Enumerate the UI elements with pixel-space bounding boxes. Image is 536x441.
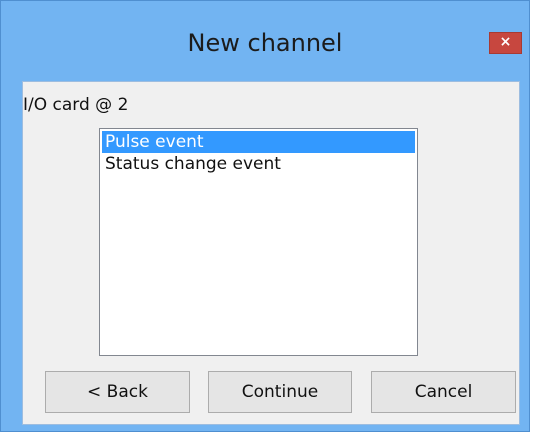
event-type-listbox[interactable]: Pulse event Status change event [99,128,418,356]
io-card-label: I/O card @ 2 [23,95,129,115]
close-icon: × [499,34,512,50]
list-item-status-change-event[interactable]: Status change event [102,153,415,175]
title-bar[interactable]: New channel × [1,1,529,81]
continue-button[interactable]: Continue [208,371,352,413]
list-item-pulse-event[interactable]: Pulse event [102,131,415,153]
dialog-body: I/O card @ 2 Pulse event Status change e… [22,81,520,425]
cancel-button[interactable]: Cancel [371,371,516,413]
new-channel-dialog: New channel × I/O card @ 2 Pulse event S… [0,0,530,432]
window-title: New channel [187,29,343,57]
back-button[interactable]: < Back [45,371,190,413]
close-button[interactable]: × [489,32,522,54]
